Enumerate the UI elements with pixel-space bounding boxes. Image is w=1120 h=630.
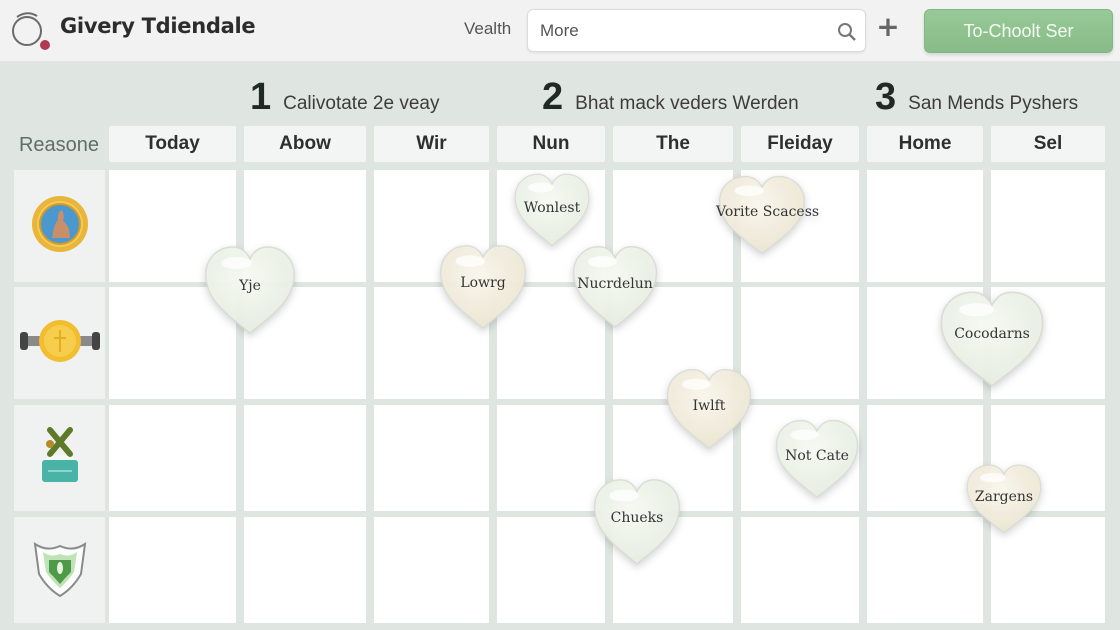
column-header[interactable]: Nun — [497, 126, 605, 162]
heart-card[interactable]: Nucrdelun — [570, 243, 660, 329]
step-2: 2 Bhat mack veders Werden — [542, 76, 799, 119]
grid-cell[interactable] — [741, 287, 859, 399]
heart-label: Cocodarns — [954, 326, 1030, 342]
grid-cell[interactable] — [109, 405, 236, 511]
green-shield-icon — [31, 538, 89, 602]
heart-label: Vorite Scacess — [716, 204, 820, 221]
search-box[interactable] — [527, 9, 866, 52]
step-text: Bhat mack veders Werden — [575, 93, 799, 114]
search-icon[interactable] — [837, 22, 857, 42]
column-header[interactable]: Today — [109, 126, 236, 162]
heart-label: Wonlest — [523, 199, 581, 216]
row-header[interactable] — [14, 287, 105, 399]
search-input[interactable] — [540, 20, 830, 42]
step-number: 3 — [875, 76, 897, 118]
column-header[interactable]: Abow — [244, 126, 366, 162]
grid-cell[interactable] — [741, 517, 859, 623]
grid-cell[interactable] — [497, 517, 605, 623]
column-header[interactable]: Wir — [374, 126, 489, 162]
grid-cell[interactable] — [244, 517, 366, 623]
step-number: 2 — [542, 76, 564, 118]
add-button[interactable]: + — [876, 13, 900, 42]
column-header[interactable]: Sel — [991, 126, 1105, 162]
heart-card[interactable]: Zargens — [964, 462, 1044, 534]
heart-card[interactable]: Vorite Scacess — [716, 173, 820, 255]
grid-cell[interactable] — [374, 405, 489, 511]
column-header[interactable]: Fleiday — [741, 126, 859, 162]
heart-label: Iwlft — [692, 397, 726, 414]
heart-card[interactable]: Iwlft — [664, 366, 754, 450]
heart-card[interactable]: Chueks — [591, 476, 683, 566]
heart-label: Not Cate — [785, 448, 849, 465]
grid-cell[interactable] — [991, 170, 1105, 282]
grid-cell[interactable] — [374, 517, 489, 623]
grid-cell[interactable] — [244, 405, 366, 511]
row-header[interactable] — [14, 517, 105, 623]
primary-action-button[interactable]: To-Choolt Ser — [924, 9, 1113, 53]
row-header-label: Reasone — [18, 134, 100, 156]
grid-cell[interactable] — [497, 405, 605, 511]
heart-label: Zargens — [974, 489, 1034, 506]
heart-label: Chueks — [610, 510, 664, 527]
column-header[interactable]: The — [613, 126, 733, 162]
gold-coin-dumbbell-icon — [18, 316, 102, 370]
search-label: Vealth — [464, 19, 512, 38]
step-text: San Mends Pyshers — [908, 93, 1079, 114]
heart-card[interactable]: Not Cate — [773, 417, 861, 499]
step-1: 1 Calivotate 2e veay — [250, 76, 439, 119]
row-header[interactable] — [14, 405, 105, 511]
step-3: 3 San Mends Pyshers — [875, 76, 1078, 119]
heart-card[interactable]: Lowrg — [437, 242, 529, 330]
grid-cell[interactable] — [109, 517, 236, 623]
top-bar: Givery Tdiendale Vealth + To-Choolt Ser — [0, 0, 1120, 62]
step-number: 1 — [250, 76, 272, 118]
step-text: Calivotate 2e veay — [283, 93, 440, 114]
heart-card[interactable]: Cocodarns — [937, 288, 1047, 388]
portrait-medallion-icon — [30, 194, 90, 258]
heart-card[interactable]: Wonlest — [512, 171, 592, 247]
grid-cell[interactable] — [867, 170, 983, 282]
app-title: Givery Tdiendale — [60, 14, 256, 38]
heart-label: Lowrg — [460, 275, 506, 292]
plant-box-icon — [38, 424, 82, 492]
logo-icon — [8, 7, 50, 51]
heart-label: Yje — [239, 277, 261, 294]
heart-label: Nucrdelun — [577, 275, 653, 292]
heart-card[interactable]: Yje — [202, 243, 298, 335]
row-header[interactable] — [14, 170, 105, 282]
column-header[interactable]: Home — [867, 126, 983, 162]
